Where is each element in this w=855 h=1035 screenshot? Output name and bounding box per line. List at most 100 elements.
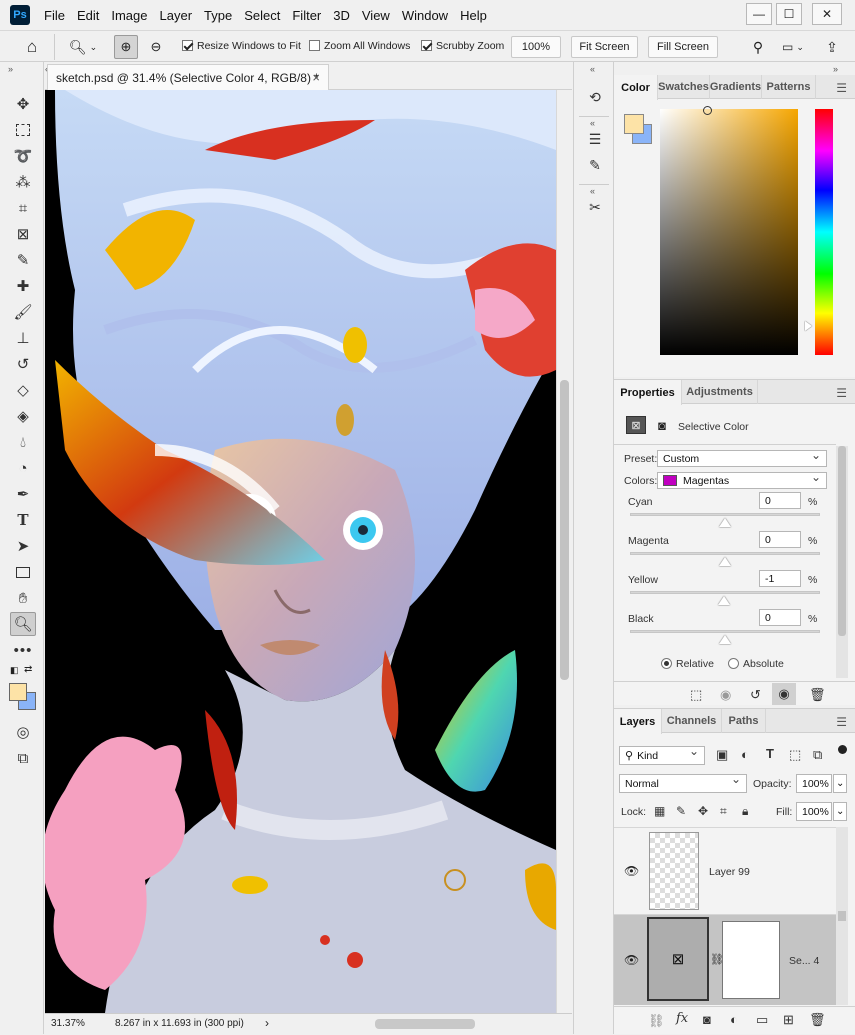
type-layer-filter-icon[interactable]: T: [766, 746, 774, 761]
pixel-layer-filter-icon[interactable]: ▣: [716, 747, 728, 763]
path-selection-tool-icon[interactable]: ➤: [10, 534, 36, 558]
panel-menu-icon[interactable]: ☰: [836, 81, 847, 95]
tools-scissors-panel-icon[interactable]: ✂: [583, 196, 607, 218]
rectangle-tool-icon[interactable]: [10, 560, 36, 584]
collapse-arrows-icon[interactable]: «: [590, 186, 595, 196]
menu-help[interactable]: Help: [454, 8, 493, 23]
foreground-color-swatch[interactable]: [624, 114, 644, 134]
tab-patterns[interactable]: Patterns: [762, 75, 816, 99]
link-layers-icon[interactable]: ⛓︎: [648, 1013, 665, 1029]
relative-radio[interactable]: Relative: [661, 658, 714, 670]
frame-tool-icon[interactable]: ⊠: [10, 222, 36, 246]
menu-edit[interactable]: Edit: [71, 8, 105, 23]
screen-mode-icon[interactable]: ⧉: [10, 746, 36, 770]
new-layer-icon[interactable]: ⊞: [783, 1012, 794, 1028]
adjustment-layer-filter-icon[interactable]: ◐: [741, 747, 749, 762]
move-tool-icon[interactable]: ✥: [10, 92, 36, 116]
minimize-button[interactable]: —: [746, 3, 772, 25]
slider-thumb-yellow[interactable]: [718, 596, 731, 605]
close-window-button[interactable]: ✕: [812, 3, 842, 25]
crop-tool-icon[interactable]: ⌗: [10, 196, 36, 220]
type-tool-icon[interactable]: T: [10, 508, 36, 532]
horizontal-scrollbar-thumb[interactable]: [375, 1019, 475, 1029]
lock-artboard-icon[interactable]: ⌗: [720, 804, 727, 819]
healing-brush-tool-icon[interactable]: ✚: [10, 274, 36, 298]
menu-filter[interactable]: Filter: [286, 8, 327, 23]
slider-track-yellow[interactable]: [630, 591, 820, 594]
slider-track-magenta[interactable]: [630, 552, 820, 555]
zoom-100-button[interactable]: 100%: [511, 36, 561, 58]
scrollbar-thumb[interactable]: [838, 446, 846, 636]
collapse-arrows-icon[interactable]: «: [590, 64, 595, 74]
home-icon[interactable]: ⌂: [20, 36, 44, 58]
brush-settings-panel-icon[interactable]: ✎: [583, 154, 607, 176]
collapse-arrows-icon[interactable]: «: [590, 118, 595, 128]
scrollbar-thumb[interactable]: [560, 380, 569, 680]
filter-toggle-icon[interactable]: [838, 745, 847, 754]
swap-colors-icon[interactable]: ⇄: [24, 664, 32, 675]
fill-input[interactable]: 100%: [796, 802, 832, 821]
quick-mask-icon[interactable]: ◎: [10, 720, 36, 744]
layer-mask-thumbnail[interactable]: [722, 921, 780, 999]
tab-gradients[interactable]: Gradients: [710, 75, 762, 99]
resize-windows-checkbox[interactable]: Resize Windows to Fit: [182, 40, 301, 52]
menu-layer[interactable]: Layer: [154, 8, 199, 23]
fill-screen-button[interactable]: Fill Screen: [648, 36, 718, 58]
history-panel-icon[interactable]: ⟲: [583, 86, 607, 108]
filter-kind-select[interactable]: ⚲ Kind: [619, 744, 705, 765]
collapse-panels-icon[interactable]: »: [833, 64, 838, 74]
menu-window[interactable]: Window: [396, 8, 454, 23]
smart-object-filter-icon[interactable]: ⧉: [813, 747, 822, 763]
default-colors-icon[interactable]: ◧: [10, 665, 19, 676]
zoom-level-readout[interactable]: 31.37%: [51, 1018, 85, 1029]
delete-icon[interactable]: 🗑︎: [809, 687, 826, 703]
menu-3d[interactable]: 3D: [327, 8, 356, 23]
workspace-icon[interactable]: ▭ ⌄: [778, 37, 808, 57]
zoom-tool-icon[interactable]: 🔍︎: [10, 612, 36, 636]
color-field[interactable]: [660, 106, 798, 355]
zoom-tool-preset-icon[interactable]: 🔍︎ ⌄: [64, 36, 102, 58]
zoom-out-icon[interactable]: ⊖: [144, 35, 168, 59]
menu-image[interactable]: Image: [105, 8, 153, 23]
eyedropper-tool-icon[interactable]: ✎: [10, 248, 36, 272]
blur-tool-icon[interactable]: 💧︎: [10, 430, 36, 454]
fit-screen-button[interactable]: Fit Screen: [571, 36, 638, 58]
adjustments-panel-icon[interactable]: ☰: [583, 128, 607, 150]
visibility-eye-icon[interactable]: 👁︎: [624, 864, 639, 878]
layers-scrollbar[interactable]: [836, 827, 848, 1005]
new-adjustment-layer-icon[interactable]: ◐: [730, 1012, 738, 1027]
reset-icon[interactable]: ↺: [750, 687, 761, 703]
add-mask-icon[interactable]: ◙: [703, 1012, 711, 1027]
share-icon[interactable]: ⇪: [822, 37, 842, 57]
document-canvas[interactable]: [45, 90, 556, 1013]
layer-style-fx-icon[interactable]: fx: [676, 1011, 688, 1026]
magic-wand-tool-icon[interactable]: ⁂: [10, 170, 36, 194]
collapse-arrows-icon[interactable]: »: [8, 64, 13, 74]
menu-select[interactable]: Select: [238, 8, 286, 23]
status-menu-arrow-icon[interactable]: ›: [265, 1016, 269, 1030]
marquee-tool-icon[interactable]: [10, 118, 36, 142]
new-group-icon[interactable]: ▭: [756, 1012, 768, 1028]
blend-mode-select[interactable]: Normal: [619, 772, 747, 793]
absolute-radio[interactable]: Absolute: [728, 658, 784, 670]
slider-track-cyan[interactable]: [630, 513, 820, 516]
vertical-scrollbar[interactable]: [556, 90, 572, 1013]
document-tab[interactable]: sketch.psd @ 31.4% (Selective Color 4, R…: [47, 64, 329, 90]
menu-file[interactable]: File: [38, 8, 71, 23]
layer-row-selected[interactable]: 👁︎ ⊠ ⛓︎ Se... 4: [614, 915, 836, 1005]
slider-track-black[interactable]: [630, 630, 820, 633]
lasso-tool-icon[interactable]: ➰: [10, 144, 36, 168]
dodge-tool-icon[interactable]: ◔: [10, 456, 36, 480]
layer-mask-icon[interactable]: ◙: [654, 417, 670, 433]
tab-swatches[interactable]: Swatches: [658, 75, 710, 99]
tab-layers[interactable]: Layers: [614, 709, 662, 734]
lock-transparent-pixels-icon[interactable]: ▦: [654, 804, 665, 818]
layer-name[interactable]: Layer 99: [709, 866, 750, 878]
pen-tool-icon[interactable]: ✒: [10, 482, 36, 506]
tab-color[interactable]: Color: [614, 75, 658, 100]
scrollbar-thumb[interactable]: [838, 911, 846, 921]
history-brush-tool-icon[interactable]: ↺: [10, 352, 36, 376]
tab-channels[interactable]: Channels: [662, 709, 722, 733]
menu-type[interactable]: Type: [198, 8, 238, 23]
tab-properties[interactable]: Properties: [614, 380, 682, 405]
